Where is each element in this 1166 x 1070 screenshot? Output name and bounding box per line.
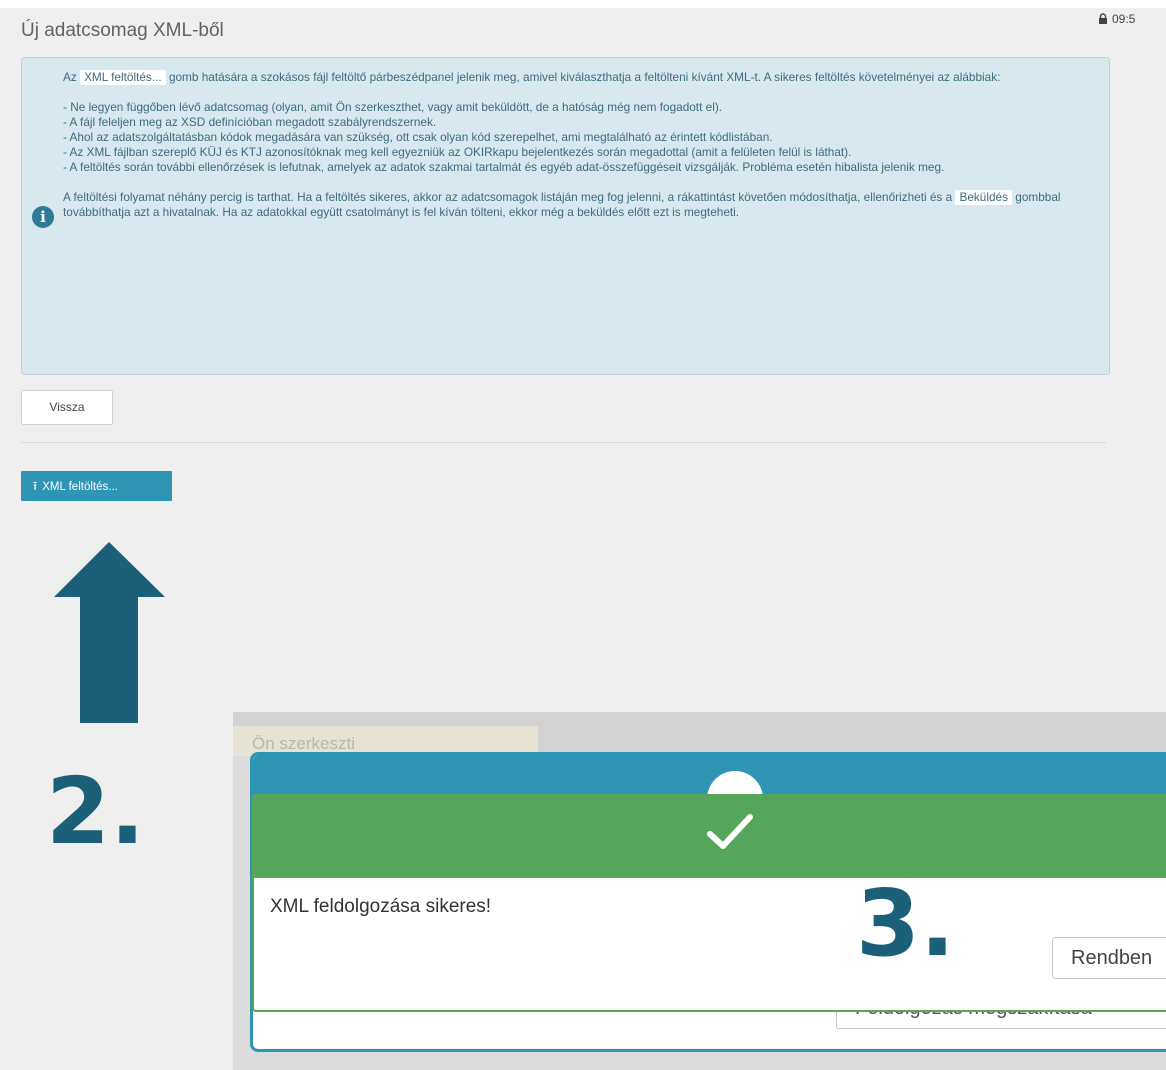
session-indicator: 09:5 — [1098, 12, 1135, 27]
info-paragraph-1: Az XML feltöltés... gomb hatására a szok… — [63, 70, 1095, 85]
step-2-label: 2. — [46, 758, 145, 865]
requirement-5: - A feltöltés során további ellenőrzések… — [63, 160, 945, 174]
upload-icon: ⭱ — [33, 479, 38, 493]
success-dialog-header — [254, 796, 1166, 878]
success-dialog: XML feldolgozása sikeres! Rendben — [252, 794, 1166, 1012]
ok-button[interactable]: Rendben — [1052, 937, 1166, 979]
info-paragraph-3: A feltöltési folyamat néhány percig is t… — [63, 190, 1095, 220]
requirement-2: - A fájl feleljen meg az XSD definícióba… — [63, 115, 437, 129]
step-3-label: 3. — [856, 870, 955, 977]
info-icon: i — [32, 206, 54, 228]
session-time: 09:5 — [1112, 12, 1136, 26]
info-text: A feltöltési folyamat néhány percig is t… — [63, 190, 953, 204]
success-message: XML feldolgozása sikeres! — [270, 896, 492, 917]
lock-icon — [1098, 13, 1108, 27]
requirement-1: - Ne legyen függőben lévő adatcsomag (ol… — [63, 100, 723, 114]
upload-button-reference: XML feltöltés... — [80, 70, 166, 85]
xml-upload-button[interactable]: ⭱ XML feltöltés... — [21, 471, 172, 501]
up-arrow-icon — [54, 542, 165, 723]
info-box: i Az XML feltöltés... gomb hatására a sz… — [21, 57, 1110, 375]
checkmark-icon — [707, 814, 753, 849]
requirement-4: - Az XML fájlban szereplő KÜJ és KTJ azo… — [63, 145, 852, 159]
info-text: gomb hatására a szokásos fájl feltöltő p… — [168, 70, 1001, 84]
top-strip — [0, 0, 1166, 8]
submit-button-reference: Beküldés — [955, 190, 1012, 205]
backdrop-status-text: Ön szerkeszti — [252, 734, 355, 753]
info-text: Az — [63, 70, 77, 84]
xml-upload-label: XML feltöltés... — [42, 481, 118, 493]
requirement-3: - Ahol az adatszolgáltatásban kódok mega… — [63, 130, 773, 144]
page-title: Új adatcsomag XML-ből — [21, 20, 224, 41]
page-background: Új adatcsomag XML-ből 09:5 i Az XML felt… — [0, 0, 1166, 1070]
divider — [21, 442, 1106, 443]
back-button[interactable]: Vissza — [21, 390, 113, 425]
